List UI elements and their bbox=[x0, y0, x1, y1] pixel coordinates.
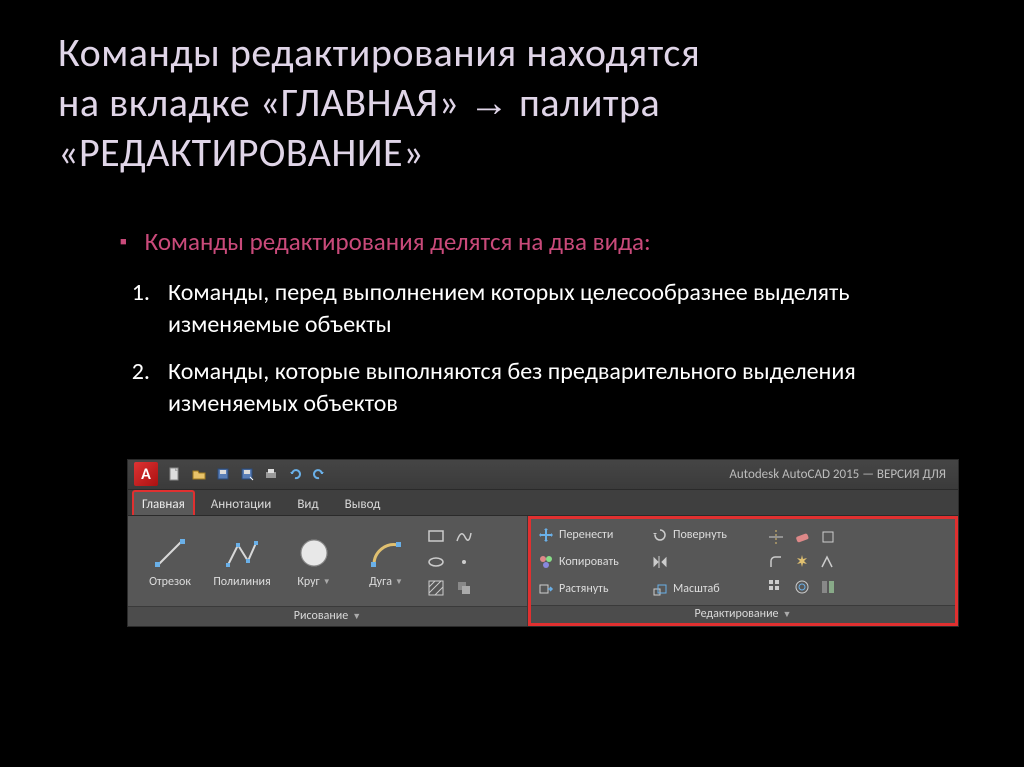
list-item: 2. Команды, которые выполняются без пред… bbox=[120, 356, 966, 421]
move-icon bbox=[537, 526, 555, 544]
rotate-label: Повернуть bbox=[673, 528, 727, 542]
scale-label: Масштаб bbox=[673, 582, 720, 596]
slide-content: ■ Команды редактирования делятся на два … bbox=[58, 226, 966, 627]
draw-extra-column bbox=[422, 526, 450, 598]
list-text: Команды, перед выполнением которых целес… bbox=[168, 277, 966, 342]
arc-icon bbox=[368, 535, 404, 571]
save-as-icon[interactable] bbox=[238, 465, 256, 483]
ellipse-icon[interactable] bbox=[426, 552, 446, 572]
line-icon bbox=[152, 535, 188, 571]
region-icon[interactable] bbox=[454, 578, 474, 598]
stretch-button[interactable]: Растянуть bbox=[537, 577, 647, 601]
undo-icon[interactable] bbox=[286, 465, 304, 483]
save-icon[interactable] bbox=[214, 465, 232, 483]
edit-left-column: Перенести Копировать Растянуть bbox=[537, 523, 647, 601]
line-label: Отрезок bbox=[149, 575, 191, 589]
rotate-icon bbox=[651, 526, 669, 544]
mirror-button[interactable] bbox=[651, 550, 761, 574]
stretch-icon bbox=[537, 580, 555, 598]
chevron-down-icon: ▼ bbox=[783, 609, 792, 620]
mirror-label bbox=[673, 555, 676, 569]
bullet-text: Команды редактирования делятся на два ви… bbox=[145, 226, 651, 257]
tab-home[interactable]: Главная bbox=[132, 490, 195, 515]
mirror-icon bbox=[651, 553, 669, 571]
circle-icon bbox=[296, 535, 332, 571]
scale-button[interactable]: Масштаб bbox=[651, 577, 761, 601]
edit-panel-body: Перенести Копировать Растянуть bbox=[531, 519, 955, 605]
copy-icon bbox=[537, 553, 555, 571]
array-icon[interactable] bbox=[765, 576, 787, 598]
polyline-button[interactable]: Полилиния bbox=[206, 535, 278, 589]
extra-icon-2[interactable] bbox=[817, 551, 839, 573]
explode-icon[interactable] bbox=[791, 551, 813, 573]
fillet-icon[interactable] bbox=[765, 551, 787, 573]
numbered-list: 1. Команды, перед выполнением которых це… bbox=[120, 277, 966, 421]
draw-extra-column-2 bbox=[450, 526, 478, 598]
circle-label: Круг▼ bbox=[297, 575, 330, 589]
extra-icon-3[interactable] bbox=[817, 576, 839, 598]
arrow-icon: → bbox=[469, 81, 510, 125]
slide-title: Команды редактирования находятся на вкла… bbox=[58, 28, 966, 178]
rotate-button[interactable]: Повернуть bbox=[651, 523, 761, 547]
tab-view[interactable]: Вид bbox=[287, 490, 328, 515]
title-line-2a: на вкладке «ГЛАВНАЯ» bbox=[58, 78, 469, 127]
qat-buttons bbox=[166, 465, 328, 483]
copy-label: Копировать bbox=[559, 555, 619, 569]
autocad-screenshot: A bbox=[127, 459, 959, 627]
bullet-square-icon: ■ bbox=[120, 235, 127, 248]
draw-panel-title[interactable]: Рисование ▼ bbox=[128, 606, 527, 626]
tab-annotations[interactable]: Аннотации bbox=[201, 490, 282, 515]
tab-output[interactable]: Вывод bbox=[335, 490, 391, 515]
polyline-icon bbox=[224, 535, 260, 571]
edit-panel-label: Редактирование bbox=[695, 607, 779, 621]
list-number: 1. bbox=[120, 277, 150, 342]
open-file-icon[interactable] bbox=[190, 465, 208, 483]
list-number: 2. bbox=[120, 356, 150, 421]
hatch-icon[interactable] bbox=[426, 578, 446, 598]
chevron-down-icon: ▼ bbox=[323, 577, 331, 587]
arc-button[interactable]: Дуга▼ bbox=[350, 535, 422, 589]
stretch-label: Растянуть bbox=[559, 582, 608, 596]
app-title: Autodesk AutoCAD 2015 — ВЕРСИЯ ДЛЯ bbox=[328, 467, 952, 482]
trim-icon[interactable] bbox=[765, 526, 787, 548]
arc-label: Дуга▼ bbox=[369, 575, 403, 589]
edit-extra-col-2 bbox=[791, 523, 813, 601]
draw-panel-body: Отрезок Полилиния Круг▼ bbox=[128, 516, 527, 606]
spline-icon[interactable] bbox=[454, 526, 474, 546]
edit-extra-col-3 bbox=[817, 523, 839, 601]
list-item: 1. Команды, перед выполнением которых це… bbox=[120, 277, 966, 342]
intro-bullet: ■ Команды редактирования делятся на два … bbox=[120, 226, 966, 257]
extra-icon-1[interactable] bbox=[817, 526, 839, 548]
offset-icon[interactable] bbox=[791, 576, 813, 598]
list-text: Команды, которые выполняются без предвар… bbox=[168, 356, 966, 421]
point-icon[interactable] bbox=[454, 552, 474, 572]
title-line-2b: палитра bbox=[510, 78, 661, 127]
autocad-logo-icon[interactable]: A bbox=[134, 462, 158, 486]
chevron-down-icon: ▼ bbox=[395, 577, 403, 587]
ribbon-tabs: Главная Аннотации Вид Вывод bbox=[128, 490, 958, 516]
draw-panel: Отрезок Полилиния Круг▼ bbox=[128, 516, 528, 626]
edit-panel: Перенести Копировать Растянуть bbox=[528, 516, 958, 626]
move-button[interactable]: Перенести bbox=[537, 523, 647, 547]
edit-extra-col-1 bbox=[765, 523, 787, 601]
draw-panel-label: Рисование bbox=[294, 609, 348, 623]
circle-button[interactable]: Круг▼ bbox=[278, 535, 350, 589]
polyline-label: Полилиния bbox=[213, 575, 270, 589]
ribbon: Отрезок Полилиния Круг▼ bbox=[128, 516, 958, 626]
edit-panel-title[interactable]: Редактирование ▼ bbox=[531, 605, 955, 623]
quick-access-toolbar: A bbox=[128, 460, 958, 490]
new-file-icon[interactable] bbox=[166, 465, 184, 483]
move-label: Перенести bbox=[559, 528, 613, 542]
print-icon[interactable] bbox=[262, 465, 280, 483]
chevron-down-icon: ▼ bbox=[352, 611, 361, 622]
line-button[interactable]: Отрезок bbox=[134, 535, 206, 589]
rectangle-icon[interactable] bbox=[426, 526, 446, 546]
scale-icon bbox=[651, 580, 669, 598]
copy-button[interactable]: Копировать bbox=[537, 550, 647, 574]
title-line-1: Команды редактирования находятся bbox=[58, 28, 700, 77]
redo-icon[interactable] bbox=[310, 465, 328, 483]
edit-right-column: Повернуть Масштаб bbox=[651, 523, 761, 601]
title-line-3: «РЕДАКТИРОВАНИЕ» bbox=[58, 128, 424, 177]
erase-icon[interactable] bbox=[791, 526, 813, 548]
